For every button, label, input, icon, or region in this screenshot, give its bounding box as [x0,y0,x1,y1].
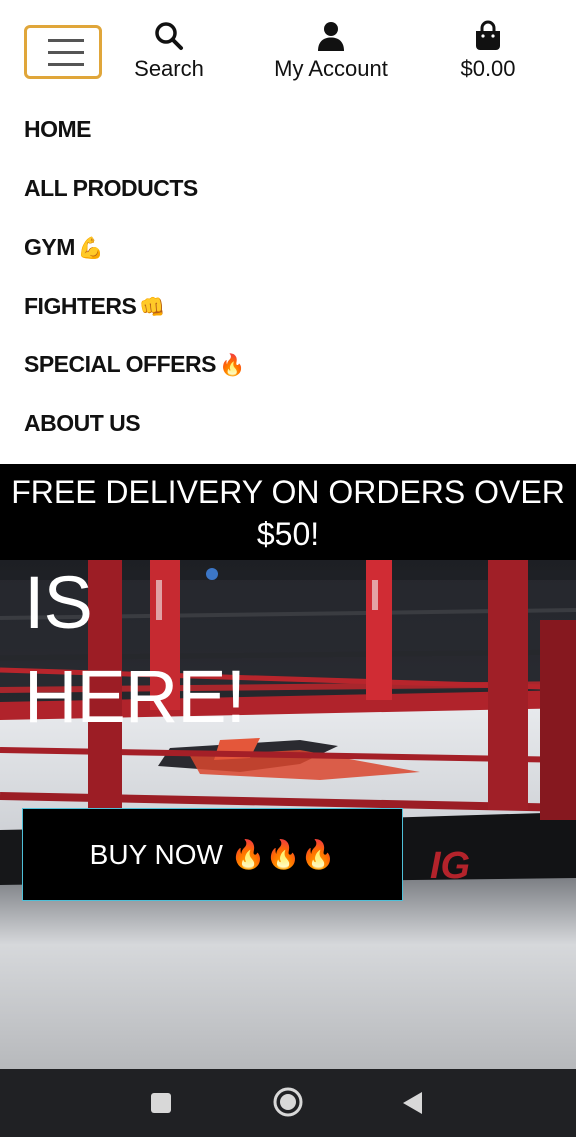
hamburger-menu-button[interactable] [24,25,102,79]
hamburger-menu-icon [48,63,84,66]
free-delivery-text: FREE DELIVERY ON ORDERS OVER $50! [11,474,565,552]
hamburger-menu-icon [48,39,84,42]
fire-icon: 🔥 [218,354,245,377]
search-label: Search [134,56,204,81]
hero-headline: IS HERE! [24,561,246,738]
buy-now-label: BUY NOW 🔥🔥🔥 [89,839,336,870]
nav-item-label: GYM [24,234,75,260]
my-account-button[interactable]: My Account [262,20,400,82]
flexed-biceps-icon: 💪 [77,237,104,260]
my-account-label: My Account [274,56,388,81]
android-navigation-bar [0,1069,576,1137]
nav-item-special-offers[interactable]: SPECIAL OFFERS 🔥 [24,351,245,378]
cart-total: $0.00 [460,56,516,81]
hamburger-menu-icon [48,51,84,54]
shopping-bag-icon [448,20,528,52]
home-icon[interactable] [272,1086,304,1123]
search-icon [126,20,212,52]
fist-icon: 👊 [139,296,165,319]
nav-item-label: ALL PRODUCTS [24,175,198,201]
nav-item-label: SPECIAL OFFERS [24,351,216,377]
buy-now-button[interactable]: BUY NOW 🔥🔥🔥 [22,808,403,901]
nav-item-home[interactable]: HOME [24,116,92,143]
hero-section: IG IS HERE! BUY NOW 🔥🔥🔥 [0,560,576,1069]
back-icon[interactable] [400,1090,424,1121]
nav-item-all-products[interactable]: ALL PRODUCTS [24,175,198,202]
user-icon [262,20,400,52]
recents-icon[interactable] [150,1092,172,1119]
nav-item-about-us[interactable]: ABOUT US [24,410,141,437]
main-navigation: HOME ALL PRODUCTS GYM 💪 FIGHTERS 👊 SPECIAL… [0,100,576,464]
search-button[interactable]: Search [126,20,212,82]
site-header: Search My Account $0.00 [0,0,576,110]
nav-item-label: ABOUT US [24,410,141,436]
nav-item-gym[interactable]: GYM 💪 [24,234,104,261]
nav-item-fighters[interactable]: FIGHTERS 👊 [24,293,165,320]
nav-item-label: FIGHTERS [24,293,137,319]
free-delivery-banner: FREE DELIVERY ON ORDERS OVER $50! [0,464,576,560]
nav-item-label: HOME [24,116,92,142]
cart-button[interactable]: $0.00 [448,20,528,82]
